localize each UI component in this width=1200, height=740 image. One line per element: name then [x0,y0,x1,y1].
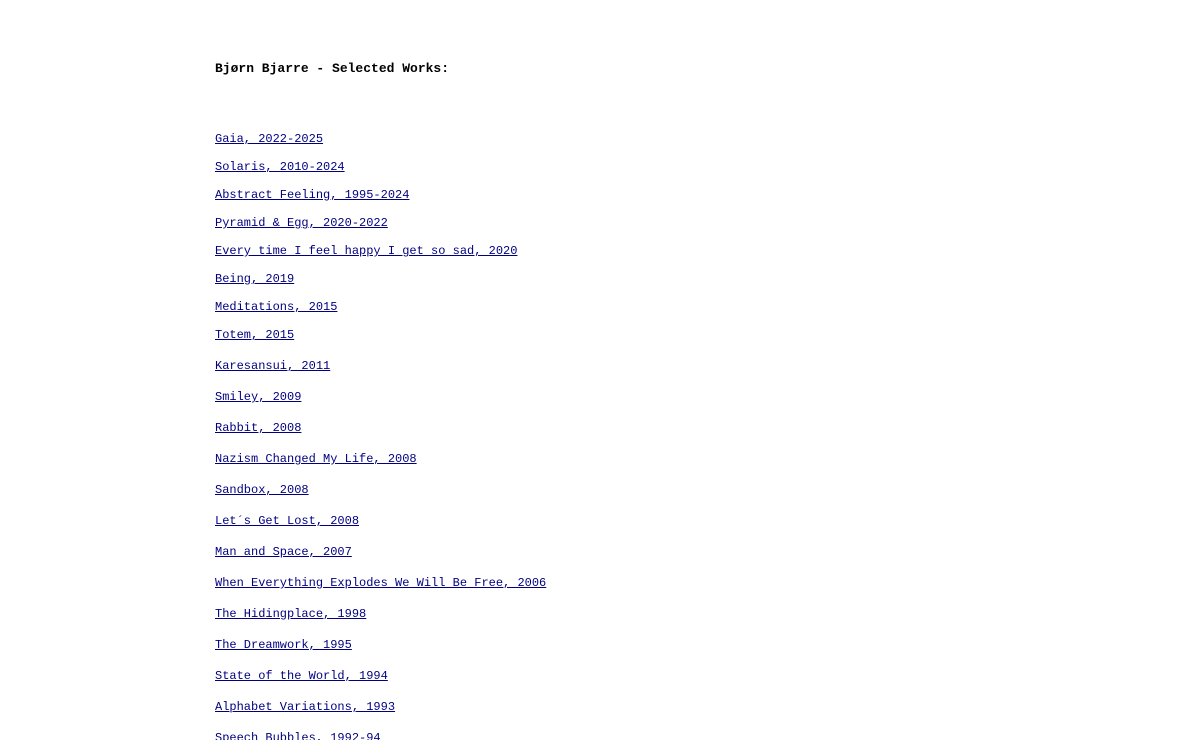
work-link-when-everything-explodes[interactable]: When Everything Explodes We Will Be Free… [215,576,546,590]
list-item: The Hidingplace, 1998 [215,606,546,637]
list-item: Meditations, 2015 [215,299,546,327]
work-link-solaris[interactable]: Solaris, 2010-2024 [215,160,345,174]
list-item: Pyramid & Egg, 2020-2022 [215,215,546,243]
list-item: Gaia, 2022-2025 [215,131,546,159]
work-link-every-time[interactable]: Every time I feel happy I get so sad, 20… [215,244,517,258]
list-item: Nazism Changed My Life, 2008 [215,451,546,482]
works-list: Gaia, 2022-2025 Solaris, 2010-2024 Abstr… [215,131,546,740]
list-item: Karesansui, 2011 [215,358,546,389]
work-link-rabbit[interactable]: Rabbit, 2008 [215,421,301,435]
work-link-karesansui[interactable]: Karesansui, 2011 [215,359,330,373]
page-title: Bjørn Bjarre - Selected Works: [215,61,450,76]
work-link-hidingplace[interactable]: The Hidingplace, 1998 [215,607,366,621]
list-item: Smiley, 2009 [215,389,546,420]
list-item: Let´s Get Lost, 2008 [215,513,546,544]
list-item: Rabbit, 2008 [215,420,546,451]
page-content: Bjørn Bjarre - Selected Works: Gaia, 202… [215,0,1115,740]
list-item: Sandbox, 2008 [215,482,546,513]
work-link-totem[interactable]: Totem, 2015 [215,328,294,342]
list-item: Abstract Feeling, 1995-2024 [215,187,546,215]
work-link-abstract-feeling[interactable]: Abstract Feeling, 1995-2024 [215,188,409,202]
work-link-nazism[interactable]: Nazism Changed My Life, 2008 [215,452,417,466]
work-link-pyramid-egg[interactable]: Pyramid & Egg, 2020-2022 [215,216,388,230]
list-item: When Everything Explodes We Will Be Free… [215,575,546,606]
work-link-lets-get-lost[interactable]: Let´s Get Lost, 2008 [215,514,359,528]
list-item: The Dreamwork, 1995 [215,637,546,668]
work-link-state-of-the-world[interactable]: State of the World, 1994 [215,669,388,683]
work-link-speech-bubbles[interactable]: Speech Bubbles, 1992-94 [215,731,381,740]
list-item: Man and Space, 2007 [215,544,546,575]
list-item: Being, 2019 [215,271,546,299]
list-item: Alphabet Variations, 1993 [215,699,546,730]
work-link-meditations[interactable]: Meditations, 2015 [215,300,337,314]
list-item: Totem, 2015 [215,327,546,358]
work-link-being[interactable]: Being, 2019 [215,272,294,286]
list-item: State of the World, 1994 [215,668,546,699]
work-link-dreamwork[interactable]: The Dreamwork, 1995 [215,638,352,652]
work-link-man-and-space[interactable]: Man and Space, 2007 [215,545,352,559]
list-item: Solaris, 2010-2024 [215,159,546,187]
list-item: Every time I feel happy I get so sad, 20… [215,243,546,271]
work-link-alphabet-variations[interactable]: Alphabet Variations, 1993 [215,700,395,714]
work-link-gaia[interactable]: Gaia, 2022-2025 [215,132,323,146]
work-link-sandbox[interactable]: Sandbox, 2008 [215,483,309,497]
work-link-smiley[interactable]: Smiley, 2009 [215,390,301,404]
list-item: Speech Bubbles, 1992-94 [215,730,546,740]
